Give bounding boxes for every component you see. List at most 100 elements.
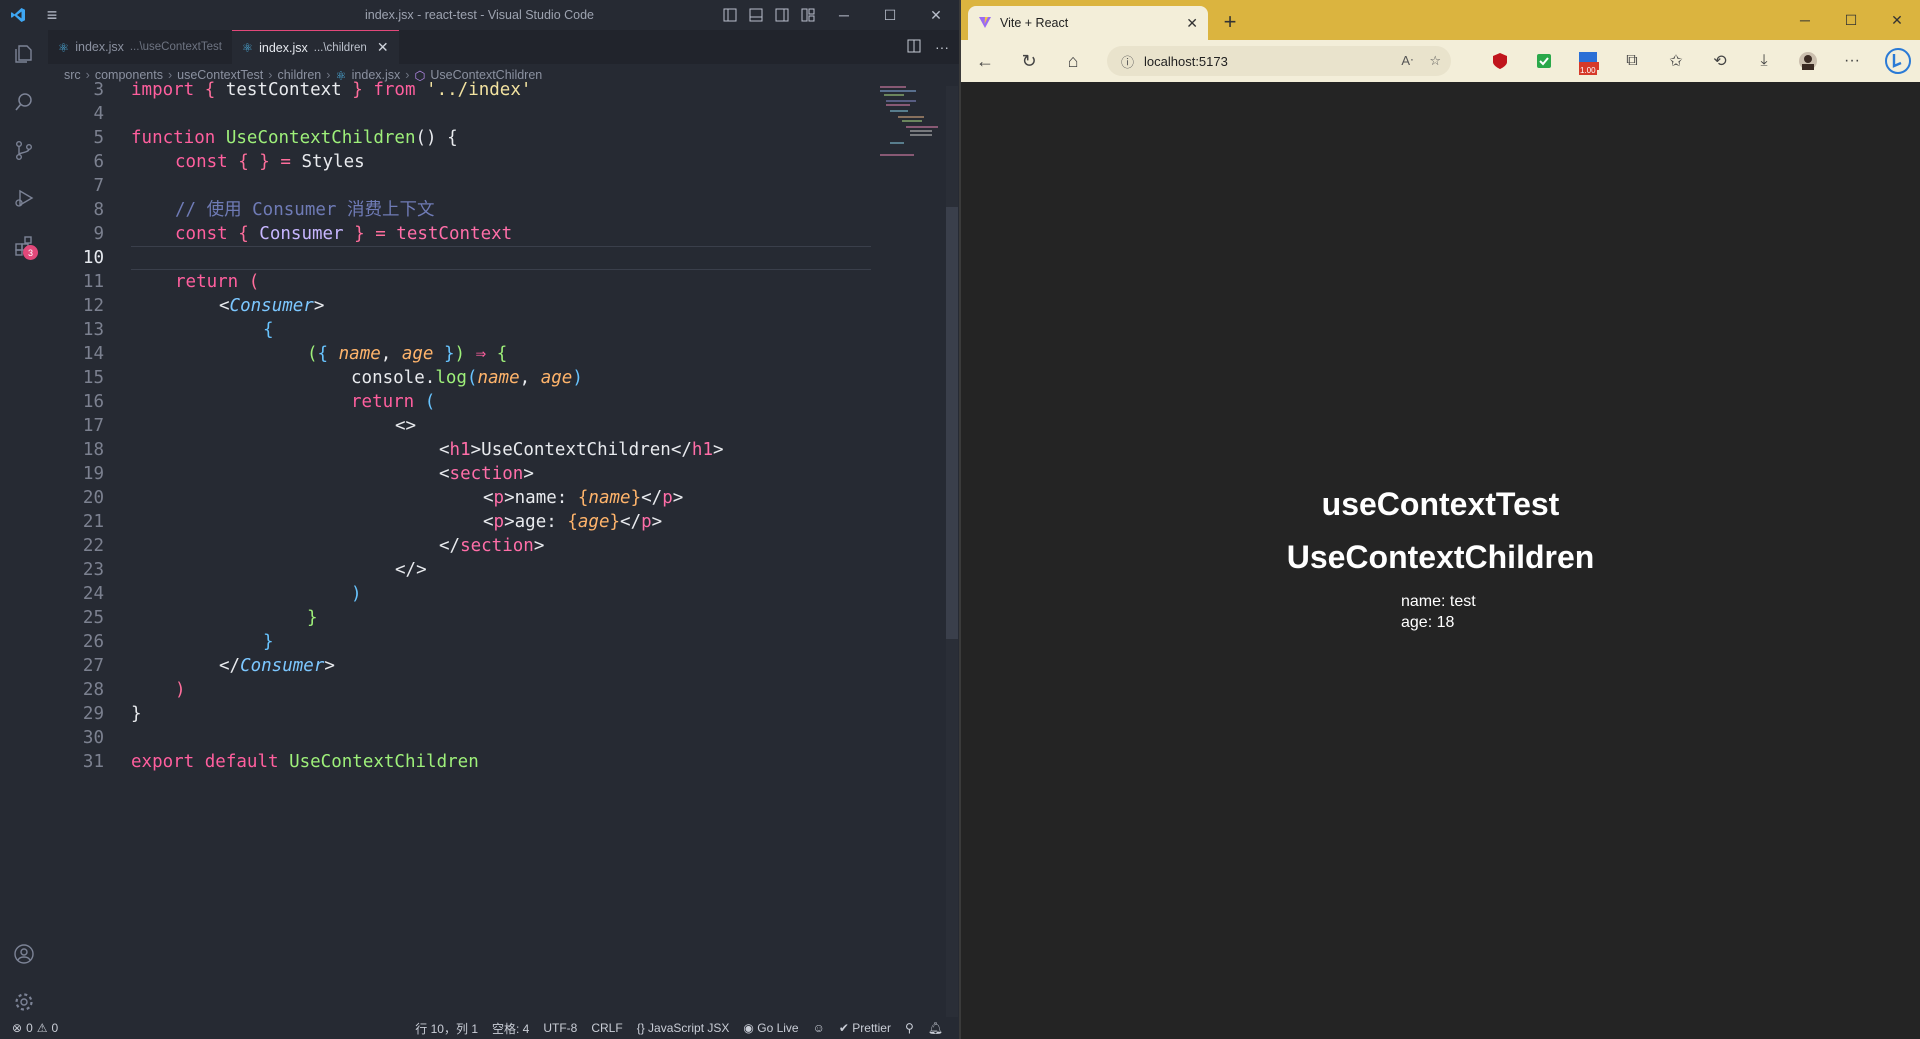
line-ending[interactable]: CRLF: [591, 1021, 622, 1035]
problems-indicator[interactable]: ⊗ 0 ⚠ 0: [12, 1021, 58, 1035]
explorer-icon[interactable]: [0, 30, 48, 78]
code-line: 22 </section>: [48, 534, 943, 558]
line-number: 21: [82, 512, 104, 532]
error-count: 0: [26, 1021, 33, 1035]
refresh-icon[interactable]: ↻: [1007, 40, 1051, 82]
language-mode[interactable]: {} JavaScript JSX: [637, 1021, 730, 1035]
run-debug-icon[interactable]: [0, 174, 48, 222]
code-token: >: [533, 536, 545, 556]
prettier-button[interactable]: ✔ Prettier: [839, 1021, 891, 1035]
add-favorite-icon[interactable]: ☆: [1429, 53, 1441, 69]
copilot-icon[interactable]: ☺: [813, 1021, 825, 1035]
read-aloud-icon[interactable]: Aᐧ: [1401, 53, 1413, 69]
address-bar[interactable]: ⓘ localhost:5173 Aᐧ ☆: [1107, 46, 1451, 76]
code-token: const: [175, 224, 228, 244]
toggle-sidebar-icon[interactable]: [717, 0, 743, 30]
code-token: p: [493, 512, 505, 532]
browser-tab-title: Vite + React: [1000, 16, 1069, 30]
code-token: section: [460, 536, 534, 556]
feedback-icon[interactable]: ⚲: [905, 1021, 914, 1035]
toggle-secondary-sidebar-icon[interactable]: [769, 0, 795, 30]
line-number: 23: [82, 560, 104, 580]
code-token: console: [351, 368, 425, 388]
code-token: >: [504, 488, 515, 508]
tab-label: index.jsx: [259, 40, 308, 55]
split-editor-icon[interactable]: [907, 39, 921, 56]
extensions-icon[interactable]: 3: [0, 222, 48, 270]
maximize-button[interactable]: ☐: [1828, 0, 1874, 40]
code-token: p: [641, 512, 652, 532]
hamburger-menu-icon[interactable]: ≡: [36, 0, 68, 30]
notifications-bell-icon[interactable]: 🔔︎: [928, 1021, 943, 1035]
browser-tab[interactable]: Vite + React ✕: [968, 6, 1208, 40]
line-number: 3: [93, 80, 104, 100]
more-actions-icon[interactable]: ···: [935, 39, 949, 55]
home-icon[interactable]: ⌂: [1051, 40, 1095, 82]
close-window-button[interactable]: ✕: [1874, 0, 1920, 40]
cursor-position[interactable]: 行 10，列 1: [415, 1020, 478, 1037]
code-token: }: [263, 632, 274, 652]
indentation[interactable]: 空格: 4: [492, 1020, 529, 1037]
minimap[interactable]: [878, 86, 940, 166]
close-tab-icon[interactable]: ✕: [1186, 15, 1198, 32]
profile-avatar[interactable]: [1791, 40, 1825, 82]
code-line: 4: [48, 102, 943, 126]
code-token: age:: [514, 512, 568, 532]
code-token: <: [219, 296, 230, 316]
code-token: name: [477, 368, 520, 388]
code-token: age: [401, 344, 434, 364]
code-token: (: [466, 368, 478, 388]
code-line: 24): [48, 582, 943, 606]
code-token: function: [131, 128, 216, 148]
source-control-icon[interactable]: [0, 126, 48, 174]
speed-extension-icon[interactable]: 1.00: [1571, 40, 1605, 82]
code-line: 18 <h1>UseContextChildren</h1>: [48, 438, 943, 462]
code-line: 23 </>: [48, 558, 943, 582]
code-token: >: [523, 464, 534, 484]
shield-check-extension-icon[interactable]: [1527, 40, 1561, 82]
code-line: 20 <p>name: {name}</p>: [48, 486, 943, 510]
go-live-button[interactable]: ◉ Go Live: [743, 1021, 798, 1035]
line-number: 27: [82, 656, 104, 676]
tab-index-usecontexttest[interactable]: ⚛ index.jsx ...\useContextTest: [48, 30, 232, 64]
code-line: 5 function UseContextChildren() {: [48, 126, 943, 150]
more-menu-icon[interactable]: ···: [1835, 40, 1869, 82]
code-token: p: [493, 488, 505, 508]
code-token: </: [439, 536, 461, 556]
code-token: {: [227, 224, 260, 244]
code-token: </: [670, 440, 692, 460]
code-token: }: [341, 80, 374, 100]
code-token: Consumer: [240, 656, 325, 676]
code-token: h1: [449, 440, 471, 460]
maximize-button[interactable]: ☐: [867, 0, 913, 30]
customize-layout-icon[interactable]: [795, 0, 821, 30]
close-tab-icon[interactable]: ✕: [377, 39, 389, 56]
search-icon[interactable]: [0, 78, 48, 126]
close-window-button[interactable]: ✕: [913, 0, 959, 30]
code-token: .: [424, 368, 436, 388]
encoding[interactable]: UTF-8: [543, 1021, 577, 1035]
accounts-icon[interactable]: [0, 930, 48, 978]
minimize-button[interactable]: ─: [1782, 0, 1828, 40]
ublock-icon[interactable]: [1483, 40, 1517, 82]
code-editor[interactable]: 3 import { testContext } from '../index' …: [48, 80, 943, 1017]
extensions-puzzle-icon[interactable]: ⧉: [1615, 40, 1649, 82]
code-line: 8 // 使用 Consumer 消费上下文: [48, 198, 943, 222]
code-token: Styles: [301, 152, 365, 172]
minimize-button[interactable]: ─: [821, 0, 867, 30]
editor-scrollbar-thumb[interactable]: [946, 207, 958, 639]
download-icon[interactable]: ⤓: [1747, 40, 1781, 82]
back-arrow-icon[interactable]: ←: [963, 40, 1007, 82]
favorites-icon[interactable]: ✩: [1659, 40, 1693, 82]
new-tab-button[interactable]: +: [1216, 8, 1244, 36]
history-icon[interactable]: ⟲: [1703, 40, 1737, 82]
bing-copilot-icon[interactable]: [1881, 40, 1915, 82]
code-token: >: [313, 296, 325, 316]
toggle-panel-icon[interactable]: [743, 0, 769, 30]
code-token: >: [672, 488, 684, 508]
code-line: 17 <>: [48, 414, 943, 438]
tab-index-children[interactable]: ⚛ index.jsx ...\children ✕: [231, 30, 399, 64]
tab-label: index.jsx: [75, 40, 124, 54]
code-line-current: 10: [48, 246, 943, 270]
info-icon[interactable]: ⓘ: [1121, 52, 1134, 71]
